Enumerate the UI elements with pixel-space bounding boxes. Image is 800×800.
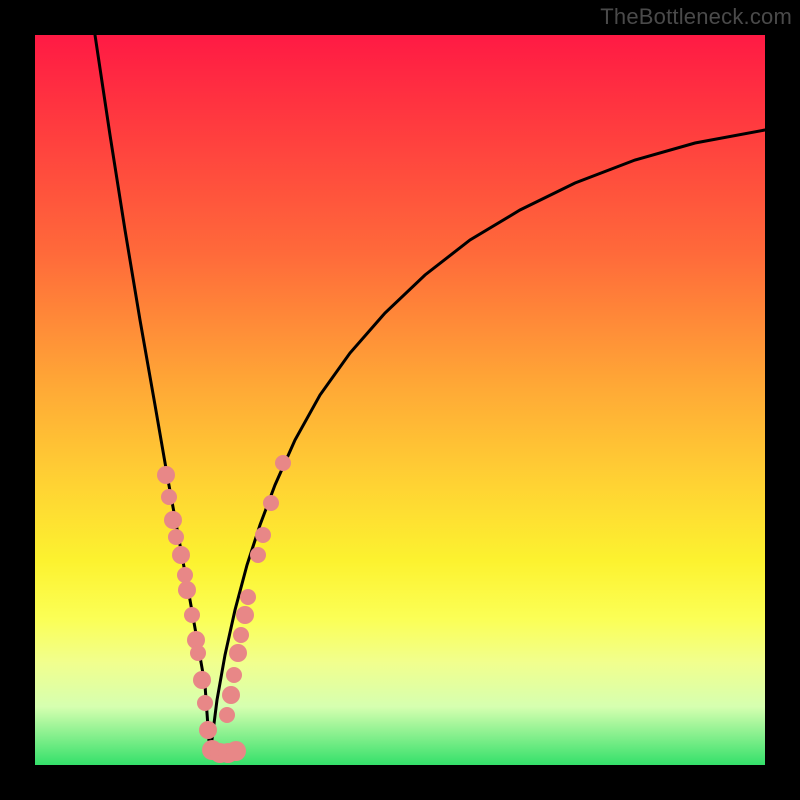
watermark-text: TheBottleneck.com <box>600 4 792 30</box>
data-point <box>161 489 177 505</box>
data-point <box>275 455 291 471</box>
data-point <box>236 606 254 624</box>
data-point <box>250 547 266 563</box>
data-point <box>168 529 184 545</box>
data-point <box>164 511 182 529</box>
data-point <box>226 667 242 683</box>
data-point <box>222 686 240 704</box>
chart-svg <box>35 35 765 765</box>
data-point <box>197 695 213 711</box>
plot-area <box>35 35 765 765</box>
data-point <box>229 644 247 662</box>
data-point <box>184 607 200 623</box>
data-point <box>255 527 271 543</box>
data-point <box>240 589 256 605</box>
chart-frame: TheBottleneck.com <box>0 0 800 800</box>
data-point <box>263 495 279 511</box>
data-point <box>226 741 246 761</box>
data-point <box>172 546 190 564</box>
data-point <box>233 627 249 643</box>
data-point <box>157 466 175 484</box>
data-markers <box>157 455 291 763</box>
data-point <box>190 645 206 661</box>
data-point <box>219 707 235 723</box>
data-point <box>199 721 217 739</box>
data-point <box>193 671 211 689</box>
data-point <box>178 581 196 599</box>
data-point <box>177 567 193 583</box>
